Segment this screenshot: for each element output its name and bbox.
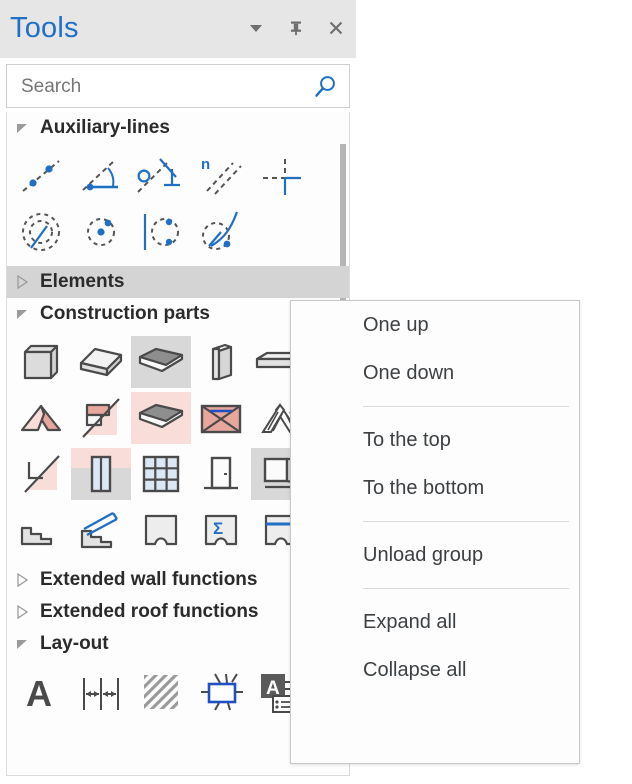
svg-text:n: n	[201, 156, 210, 173]
floor-slab-icon[interactable]	[131, 336, 191, 388]
group-header-auxiliary-lines[interactable]: Auxiliary-lines	[7, 112, 349, 144]
chevron-right-icon	[15, 274, 31, 290]
door-icon[interactable]	[191, 448, 251, 500]
window-grid-icon[interactable]	[131, 448, 191, 500]
auxline-perpendicular-icon[interactable]	[131, 150, 191, 202]
auxline-angle-icon[interactable]	[71, 150, 131, 202]
auxline-parallel-n-icon[interactable]: n	[191, 150, 251, 202]
pin-icon[interactable]	[284, 16, 308, 40]
dormer-icon[interactable]	[11, 448, 71, 500]
group-label: Auxiliary-lines	[40, 117, 170, 138]
group-label: Elements	[40, 271, 125, 292]
svg-text:Σ: Σ	[213, 519, 223, 538]
auxcircle-concentric-icon[interactable]	[11, 206, 71, 258]
menu-item-to-the-top[interactable]: To the top	[291, 416, 579, 464]
dimension-icon[interactable]	[71, 666, 131, 718]
label-frame-icon[interactable]	[191, 666, 251, 718]
chevron-right-icon	[15, 572, 31, 588]
group-label: Lay-out	[40, 633, 109, 654]
roof-slab-icon[interactable]	[131, 392, 191, 444]
menu-separator	[363, 406, 569, 407]
dropdown-icon[interactable]	[244, 16, 268, 40]
hip-roof-icon[interactable]	[191, 392, 251, 444]
menu-separator	[363, 588, 569, 589]
search-icon[interactable]	[311, 73, 339, 101]
svg-text:A: A	[26, 673, 52, 714]
titlebar-buttons	[244, 16, 348, 40]
panel-titlebar: Tools	[0, 0, 356, 58]
close-icon[interactable]	[324, 16, 348, 40]
auxcircle-center-point-icon[interactable]	[71, 206, 131, 258]
arch-opening-icon[interactable]	[131, 504, 191, 556]
menu-item-to-the-bottom[interactable]: To the bottom	[291, 464, 579, 512]
search-input[interactable]	[19, 65, 303, 109]
gable-roof-icon[interactable]	[11, 392, 71, 444]
auxline-two-points-icon[interactable]	[11, 150, 71, 202]
wall-icon[interactable]	[11, 336, 71, 388]
shed-roof-icon[interactable]	[71, 392, 131, 444]
icon-row: n	[7, 148, 349, 204]
search-box[interactable]	[6, 64, 350, 109]
menu-item-one-up[interactable]: One up	[291, 301, 579, 349]
menu-item-one-down[interactable]: One down	[291, 349, 579, 397]
auxcircle-tangent-line-icon[interactable]	[131, 206, 191, 258]
hatch-icon[interactable]	[131, 666, 191, 718]
column-icon[interactable]	[191, 336, 251, 388]
auxcircle-arc-icon[interactable]	[191, 206, 251, 258]
group-label: Construction parts	[40, 303, 210, 324]
group-icons-auxiliary-lines: n	[7, 144, 349, 266]
window-icon[interactable]	[71, 448, 131, 500]
page-title: Tools	[10, 12, 79, 44]
chevron-down-icon	[15, 306, 31, 322]
text-a-icon[interactable]: A	[11, 666, 71, 718]
context-menu[interactable]: One up One down To the top To the bottom…	[290, 300, 580, 764]
slab-icon[interactable]	[71, 336, 131, 388]
stairs-icon[interactable]	[11, 504, 71, 556]
arch-sum-icon[interactable]: Σ	[191, 504, 251, 556]
group-label: Extended roof functions	[40, 601, 259, 622]
menu-item-expand-all[interactable]: Expand all	[291, 598, 579, 646]
group-header-elements[interactable]: Elements	[7, 266, 349, 298]
icon-row	[7, 204, 349, 260]
chevron-down-icon	[15, 120, 31, 136]
auxline-crosshair-icon[interactable]	[251, 150, 311, 202]
group-label: Extended wall functions	[40, 569, 258, 590]
menu-item-collapse-all[interactable]: Collapse all	[291, 646, 579, 694]
chevron-down-icon	[15, 636, 31, 652]
menu-item-unload-group[interactable]: Unload group	[291, 531, 579, 579]
stairs-railing-icon[interactable]	[71, 504, 131, 556]
menu-separator	[363, 521, 569, 522]
chevron-right-icon	[15, 604, 31, 620]
